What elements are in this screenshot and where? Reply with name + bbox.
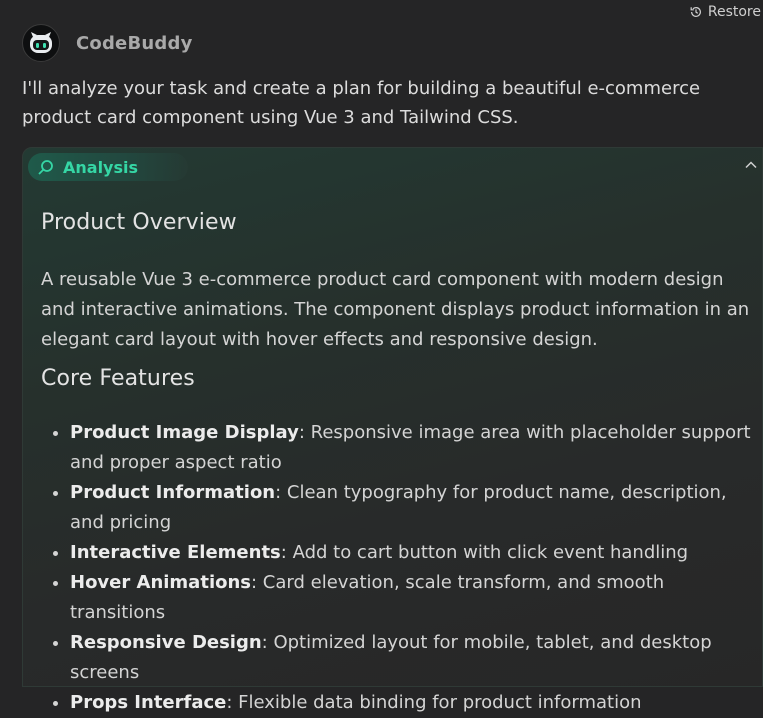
list-item: Interactive Elements: Add to cart button… xyxy=(70,538,760,568)
features-heading: Core Features xyxy=(41,366,195,391)
feature-name: Product Image Display xyxy=(70,422,299,443)
feature-desc: : Add to cart button with click event ha… xyxy=(280,542,689,563)
list-item: Props Interface: Flexible data binding f… xyxy=(70,688,760,718)
analysis-label: Analysis xyxy=(63,157,139,177)
overview-heading: Product Overview xyxy=(41,210,237,235)
list-item: Product Image Display: Responsive image … xyxy=(70,418,760,478)
bot-name: CodeBuddy xyxy=(76,32,193,54)
feature-name: Responsive Design xyxy=(70,632,262,653)
features-list: Product Image Display: Responsive image … xyxy=(41,418,760,718)
list-item: Product Information: Clean typography fo… xyxy=(70,478,760,538)
robot-icon xyxy=(30,32,52,53)
restore-label: Restore xyxy=(707,4,761,20)
feature-name: Hover Animations xyxy=(70,572,252,593)
analysis-toggle[interactable]: Analysis xyxy=(28,153,188,181)
analysis-panel: Analysis Product Overview A reusable Vue… xyxy=(22,147,763,713)
history-icon xyxy=(690,6,701,17)
avatar xyxy=(22,24,60,62)
feature-name: Product Information xyxy=(70,482,276,503)
search-icon xyxy=(38,159,53,175)
restore-button[interactable]: Restore xyxy=(689,4,761,20)
chevron-up-icon[interactable] xyxy=(744,158,758,172)
message-header: CodeBuddy xyxy=(22,24,193,62)
feature-name: Interactive Elements xyxy=(70,542,281,563)
overview-text: A reusable Vue 3 e-commerce product card… xyxy=(41,269,750,350)
feature-name: Props Interface xyxy=(70,692,227,713)
list-item: Hover Animations: Card elevation, scale … xyxy=(70,568,760,628)
feature-desc: : Flexible data binding for product info… xyxy=(226,692,642,713)
list-item: Responsive Design: Optimized layout for … xyxy=(70,628,760,688)
message-intro: I'll analyze your task and create a plan… xyxy=(22,78,701,128)
